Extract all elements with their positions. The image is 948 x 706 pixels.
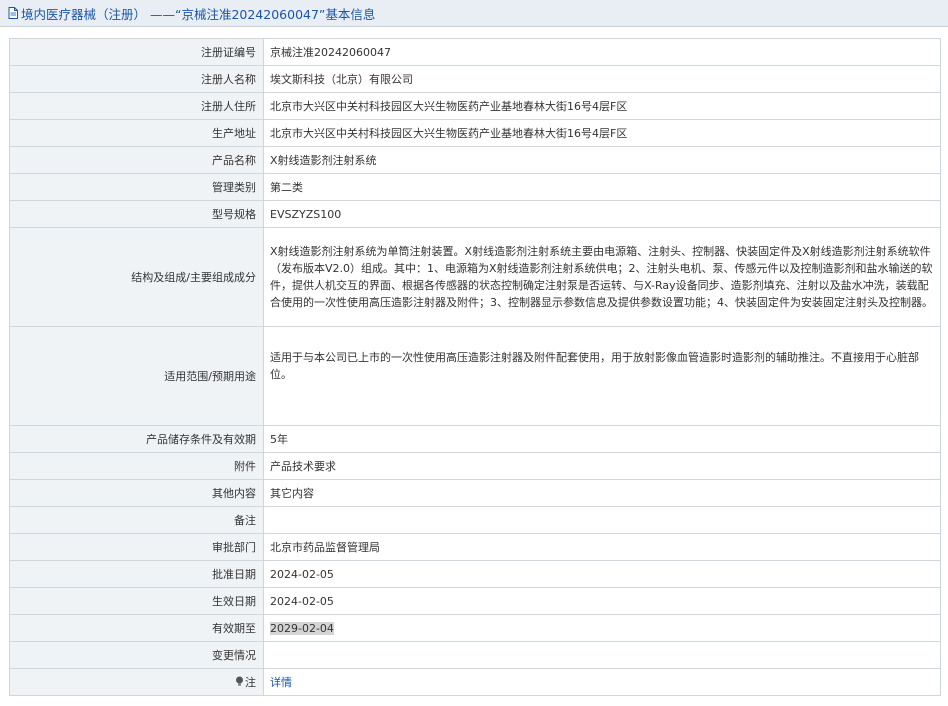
table-row: 管理类别 第二类 <box>9 173 941 201</box>
row-label: 附件 <box>9 452 264 480</box>
table-row: 产品名称 X射线造影剂注射系统 <box>9 146 941 174</box>
table-row: 生效日期 2024-02-05 <box>9 587 941 615</box>
lightbulb-icon <box>236 676 243 686</box>
table-row: 注册人住所 北京市大兴区中关村科技园区大兴生物医药产业基地春林大街16号4层F区 <box>9 92 941 120</box>
table-row: 注 详情 <box>9 668 941 696</box>
table-row: 变更情况 <box>9 641 941 669</box>
row-label: 变更情况 <box>9 641 264 669</box>
row-value: 京械注准20242060047 <box>263 38 941 66</box>
table-row: 结构及组成/主要组成成分 X射线造影剂注射系统为单筒注射装置。X射线造影剂注射系… <box>9 227 941 327</box>
row-label: 注册证编号 <box>9 38 264 66</box>
row-value: 2024-02-05 <box>263 587 941 615</box>
row-label: 产品储存条件及有效期 <box>9 425 264 453</box>
row-value: X射线造影剂注射系统为单筒注射装置。X射线造影剂注射系统主要由电源箱、注射头、控… <box>263 227 941 327</box>
row-label: 有效期至 <box>9 614 264 642</box>
row-label: 产品名称 <box>9 146 264 174</box>
note-label-cell: 注 <box>9 668 264 696</box>
row-value: EVSZYZS100 <box>263 200 941 228</box>
row-value <box>263 506 941 534</box>
table-row: 审批部门 北京市药品监督管理局 <box>9 533 941 561</box>
document-icon <box>8 7 18 19</box>
details-link[interactable]: 详情 <box>270 676 292 689</box>
table-row: 生产地址 北京市大兴区中关村科技园区大兴生物医药产业基地春林大街16号4层F区 <box>9 119 941 147</box>
table-row: 备注 <box>9 506 941 534</box>
note-value: 详情 <box>263 668 941 696</box>
row-label: 其他内容 <box>9 479 264 507</box>
row-label: 批准日期 <box>9 560 264 588</box>
row-value: 第二类 <box>263 173 941 201</box>
row-label: 结构及组成/主要组成成分 <box>9 227 264 327</box>
row-value: 5年 <box>263 425 941 453</box>
table-row: 型号规格 EVSZYZS100 <box>9 200 941 228</box>
table-row: 有效期至 2029-02-04 <box>9 614 941 642</box>
row-value: 产品技术要求 <box>263 452 941 480</box>
row-value: 2024-02-05 <box>263 560 941 588</box>
page-title: 境内医疗器械（注册） ——“京械注准20242060047”基本信息 <box>21 6 376 22</box>
row-value <box>263 641 941 669</box>
highlighted-date: 2029-02-04 <box>270 621 334 635</box>
page-header: 境内医疗器械（注册） ——“京械注准20242060047”基本信息 <box>0 0 948 27</box>
note-label: 注 <box>245 675 256 689</box>
row-label: 审批部门 <box>9 533 264 561</box>
row-label: 适用范围/预期用途 <box>9 326 264 426</box>
row-label: 管理类别 <box>9 173 264 201</box>
row-label: 生效日期 <box>9 587 264 615</box>
row-value: 埃文斯科技（北京）有限公司 <box>263 65 941 93</box>
table-row: 注册人名称 埃文斯科技（北京）有限公司 <box>9 65 941 93</box>
row-value: 北京市大兴区中关村科技园区大兴生物医药产业基地春林大街16号4层F区 <box>263 119 941 147</box>
row-value: X射线造影剂注射系统 <box>263 146 941 174</box>
table-row: 产品储存条件及有效期 5年 <box>9 425 941 453</box>
row-value: 北京市药品监督管理局 <box>263 533 941 561</box>
info-table: 注册证编号 京械注准20242060047 注册人名称 埃文斯科技（北京）有限公… <box>9 38 941 696</box>
table-row: 注册证编号 京械注准20242060047 <box>9 38 941 66</box>
row-value: 适用于与本公司已上市的一次性使用高压造影注射器及附件配套使用，用于放射影像血管造… <box>263 326 941 426</box>
row-label: 备注 <box>9 506 264 534</box>
row-value: 北京市大兴区中关村科技园区大兴生物医药产业基地春林大街16号4层F区 <box>263 92 941 120</box>
row-label: 生产地址 <box>9 119 264 147</box>
row-value: 其它内容 <box>263 479 941 507</box>
table-row: 适用范围/预期用途 适用于与本公司已上市的一次性使用高压造影注射器及附件配套使用… <box>9 326 941 426</box>
table-row: 批准日期 2024-02-05 <box>9 560 941 588</box>
row-label: 型号规格 <box>9 200 264 228</box>
row-label: 注册人名称 <box>9 65 264 93</box>
row-value: 2029-02-04 <box>263 614 941 642</box>
table-row: 附件 产品技术要求 <box>9 452 941 480</box>
table-row: 其他内容 其它内容 <box>9 479 941 507</box>
row-label: 注册人住所 <box>9 92 264 120</box>
